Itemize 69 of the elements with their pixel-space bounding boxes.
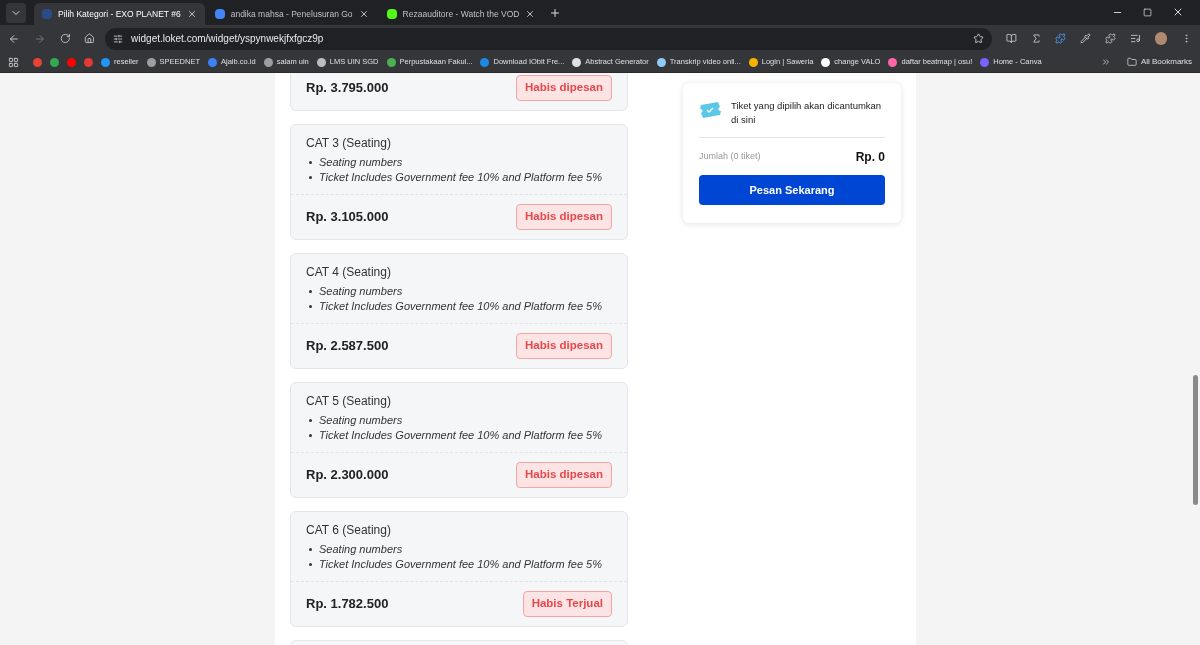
category-name: CAT 5 (Seating) [306, 393, 392, 409]
more-bookmarks-icon[interactable] [1100, 57, 1111, 67]
home-icon[interactable] [84, 33, 96, 44]
order-now-button[interactable]: Pesan Sekarang [699, 175, 885, 205]
ticket-price: Rp. 2.300.000 [306, 466, 389, 485]
bullet-icon [309, 434, 312, 437]
tab-title: Rezaauditore - Watch the VOD [402, 7, 520, 21]
bookmark-star-icon[interactable] [972, 33, 984, 44]
feature-text: Ticket Includes Government fee 10% and Platform fee 5% [319, 428, 602, 443]
close-icon[interactable] [1172, 6, 1184, 18]
avatar-icon[interactable] [1154, 32, 1168, 45]
ticket-count: Jumlah (0 tiket) [699, 150, 761, 164]
feature-text: Seating numbers [319, 542, 403, 557]
feature-text: Seating numbers [319, 155, 403, 170]
sold-out-label: Habis dipesan [516, 204, 612, 230]
bullet-icon [309, 176, 312, 179]
total-price: Rp. 0 [855, 149, 885, 166]
feature-text: Ticket Includes Government fee 10% and Platform fee 5% [319, 299, 602, 314]
feature-text: Seating numbers [319, 284, 403, 299]
bullet-icon [309, 419, 312, 422]
feature-text: Ticket Includes Government fee 10% and Platform fee 5% [319, 557, 602, 572]
sold-out-label: Habis dipesan [516, 75, 612, 101]
bullet-icon [309, 548, 312, 551]
extensions-icon[interactable] [1104, 33, 1116, 44]
reload-icon[interactable] [59, 33, 71, 44]
summary-message: Tiket yang dipilih akan dicantumkan di sini [731, 99, 883, 127]
feature-text: Seating numbers [319, 413, 403, 428]
ticket-price: Rp. 3.795.000 [306, 79, 389, 98]
close-icon[interactable] [525, 9, 536, 19]
all-bookmarks-link[interactable]: All Bookmarks [1140, 56, 1192, 68]
eyedropper-icon[interactable] [1080, 33, 1091, 44]
bookmark-icon[interactable] [656, 57, 666, 67]
browser-tab[interactable]: andika mahsa - Penelusuran Go [206, 3, 377, 25]
category-name: CAT 6 (Seating) [306, 522, 392, 538]
category-name: CAT 3 (Seating) [306, 135, 392, 151]
media-icon[interactable] [1129, 33, 1141, 44]
apps-icon[interactable] [8, 56, 19, 68]
browser-tab[interactable]: Rezaauditore - Watch the VOD [378, 3, 544, 25]
bookmark-icon[interactable] [572, 57, 582, 67]
feature-text: Ticket Includes Government fee 10% and Platform fee 5% [319, 170, 602, 185]
new-tab-icon[interactable] [549, 7, 562, 19]
close-icon[interactable] [186, 9, 197, 19]
sold-out-label: Habis dipesan [516, 333, 612, 359]
ticket-icon [699, 102, 721, 118]
bookmark-icon[interactable] [821, 57, 831, 67]
scrollbar-thumb[interactable] [1193, 375, 1198, 505]
address-field[interactable]: widget.loket.com/widget/yspynwekjfxfgcz9p [105, 27, 992, 50]
ticket-price: Rp. 1.782.500 [306, 595, 389, 614]
bookmark-icon[interactable] [316, 57, 326, 67]
bullet-icon [309, 563, 312, 566]
site-info-icon[interactable] [113, 33, 124, 44]
url-text: widget.loket.com/widget/yspynwekjfxfgcz9p [131, 32, 325, 46]
tab-search-button[interactable] [6, 3, 26, 23]
ticket-price: Rp. 2.587.500 [306, 337, 389, 356]
bookmark-icon[interactable] [748, 57, 758, 67]
category-name: CAT 4 (Seating) [306, 264, 392, 280]
ticket-price: Rp. 3.105.000 [306, 208, 389, 227]
tab-title: Pilih Kategori - EXO PLANET #6 [58, 7, 181, 21]
close-icon[interactable] [358, 9, 369, 19]
sold-out-label: Habis Terjual [522, 591, 612, 617]
back-icon[interactable] [8, 32, 20, 45]
bullet-icon [309, 305, 312, 308]
tab-title: andika mahsa - Penelusuran Go [230, 7, 353, 21]
restore-icon[interactable] [1143, 7, 1152, 17]
sold-out-label: Habis dipesan [516, 462, 612, 488]
browser-tab[interactable]: Pilih Kategori - EXO PLANET #6 [34, 3, 205, 25]
bullet-icon [309, 290, 312, 293]
folder-icon [1126, 57, 1137, 67]
bullet-icon [309, 161, 312, 164]
